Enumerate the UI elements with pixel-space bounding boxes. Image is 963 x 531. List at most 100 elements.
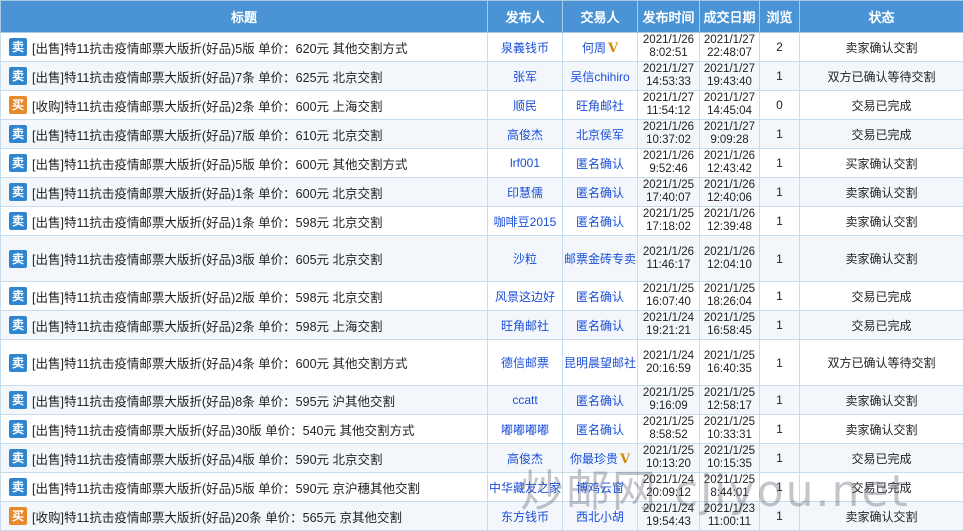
post-date: 2021/1/25 [643, 416, 694, 428]
trader-cell: 匿名确认 [563, 207, 638, 236]
views-cell: 1 [760, 149, 800, 178]
trader-link[interactable]: 匿名确认 [576, 319, 624, 333]
trader-cell: 你最珍贵V [563, 444, 638, 473]
deal-date-cell: 2021/1/2722:48:07 [700, 33, 760, 62]
poster-link[interactable]: 泉義钱币 [501, 41, 549, 55]
trader-link[interactable]: 匿名确认 [576, 157, 624, 171]
trader-cell: 西北小胡 [563, 502, 638, 531]
poster-link[interactable]: 东方钱币 [501, 510, 549, 524]
post-date: 2021/1/25 [643, 179, 694, 191]
views-cell: 1 [760, 62, 800, 91]
listing-title-link[interactable]: [出售]特11抗击疫情邮票大版折(好品)7版 单价：610元 北京交割 [32, 129, 383, 143]
listing-title-link[interactable]: [出售]特11抗击疫情邮票大版折(好品)4条 单价：600元 其他交割方式 [32, 357, 408, 371]
listing-title-link[interactable]: [收购]特11抗击疫情邮票大版折(好品)2条 单价：600元 上海交割 [32, 100, 383, 114]
trader-link[interactable]: 吴信chihiro [570, 70, 629, 84]
post-date: 2021/1/24 [643, 474, 694, 486]
title-cell: 卖[出售]特11抗击疫情邮票大版折(好品)2版 单价：598元 北京交割 [1, 282, 488, 311]
sell-badge-icon: 卖 [9, 125, 27, 143]
listing-title-link[interactable]: [出售]特11抗击疫情邮票大版折(好品)5版 单价：590元 京沪穗其他交割 [32, 482, 420, 496]
listing-title-link[interactable]: [出售]特11抗击疫情邮票大版折(好品)5版 单价：600元 其他交割方式 [32, 158, 408, 172]
poster-cell: 嘟嘟嘟嘟 [488, 415, 563, 444]
poster-link[interactable]: 沙粒 [513, 252, 537, 266]
title-cell: 卖[出售]特11抗击疫情邮票大版折(好品)4版 单价：590元 北京交割 [1, 444, 488, 473]
deal-date-cell: 2021/1/2512:58:17 [700, 386, 760, 415]
poster-link[interactable]: 旺角邮社 [501, 319, 549, 333]
deal-date: 2021/1/25 [704, 350, 755, 362]
status-cell: 卖家确认交割 [800, 33, 963, 62]
status-cell: 卖家确认交割 [800, 415, 963, 444]
trader-link[interactable]: 匿名确认 [576, 394, 624, 408]
poster-link[interactable]: lrf001 [510, 156, 540, 170]
header-poster: 发布人 [488, 1, 563, 33]
trader-cell: 何周V [563, 33, 638, 62]
trader-link[interactable]: 何周 [582, 41, 606, 55]
poster-cell: 风景这边好 [488, 282, 563, 311]
listing-title-link[interactable]: [收购]特11抗击疫情邮票大版折(好品)20条 单价：565元 京其他交割 [32, 511, 402, 525]
trader-link[interactable]: 匿名确认 [576, 215, 624, 229]
poster-link[interactable]: 中华藏友之家 [489, 481, 561, 495]
poster-link[interactable]: 张军 [513, 70, 537, 84]
poster-link[interactable]: 顺民 [513, 99, 537, 113]
trader-link[interactable]: 旺角邮社 [576, 99, 624, 113]
table-row: 卖 [出售]特11抗击疫情邮票大版折(好品)3版 单价：605元 北京交割 沙粒 邮票… [1, 236, 963, 282]
listing-title-link[interactable]: [出售]特11抗击疫情邮票大版折(好品)30版 单价：540元 其他交割方式 [32, 424, 414, 438]
trader-link[interactable]: 匿名确认 [576, 186, 624, 200]
poster-link[interactable]: 德信邮票 [501, 356, 549, 370]
post-time-cell: 2021/1/2714:53:33 [638, 62, 700, 91]
post-time-cell: 2021/1/2517:40:07 [638, 178, 700, 207]
post-time-cell: 2021/1/2610:37:02 [638, 120, 700, 149]
listing-title-link[interactable]: [出售]特11抗击疫情邮票大版折(好品)5版 单价：620元 其他交割方式 [32, 42, 408, 56]
sell-badge-icon: 卖 [9, 250, 27, 268]
post-date: 2021/1/25 [643, 387, 694, 399]
deal-date: 2021/1/27 [704, 121, 755, 133]
trader-link[interactable]: 匿名确认 [576, 290, 624, 304]
listing-title-link[interactable]: [出售]特11抗击疫情邮票大版折(好品)1条 单价：598元 北京交割 [32, 216, 383, 230]
poster-link[interactable]: ccatt [512, 393, 537, 407]
listing-title-link[interactable]: [出售]特11抗击疫情邮票大版折(好品)2版 单价：598元 北京交割 [32, 291, 383, 305]
post-date: 2021/1/26 [643, 121, 694, 133]
deal-date: 2021/1/26 [704, 150, 755, 162]
listing-title-link[interactable]: [出售]特11抗击疫情邮票大版折(好品)3版 单价：605元 北京交割 [32, 253, 383, 267]
trader-link[interactable]: 博鸡云窗 [576, 481, 624, 495]
title-cell: 卖[出售]特11抗击疫情邮票大版折(好品)2条 单价：598元 上海交割 [1, 311, 488, 340]
views-cell: 1 [760, 178, 800, 207]
poster-link[interactable]: 咖啡豆2015 [494, 215, 557, 229]
trades-table: 标题 发布人 交易人 发布时间 成交日期 浏览 状态 卖[出售]特11抗击疫情邮… [0, 0, 963, 531]
post-clock: 8:02:51 [649, 47, 687, 59]
listing-title-link[interactable]: [出售]特11抗击疫情邮票大版折(好品)2条 单价：598元 上海交割 [32, 320, 383, 334]
trader-cell: 匿名确认 [563, 415, 638, 444]
deal-clock: 16:40:35 [707, 363, 752, 375]
views-cell: 1 [760, 207, 800, 236]
poster-link[interactable]: 高俊杰 [507, 128, 543, 142]
post-clock: 17:18:02 [646, 221, 691, 233]
trader-link[interactable]: 北京侯军 [576, 128, 624, 142]
sell-badge-icon: 卖 [9, 354, 27, 372]
poster-link[interactable]: 嘟嘟嘟嘟 [501, 423, 549, 437]
poster-link[interactable]: 风景这边好 [495, 290, 555, 304]
views-cell: 1 [760, 415, 800, 444]
listing-title-link[interactable]: [出售]特11抗击疫情邮票大版折(好品)8条 单价：595元 沪其他交割 [32, 395, 395, 409]
post-time-cell: 2021/1/259:16:09 [638, 386, 700, 415]
title-cell: 卖[出售]特11抗击疫情邮票大版折(好品)1条 单价：598元 北京交割 [1, 207, 488, 236]
trader-link[interactable]: 昆明晨望邮社 [564, 356, 636, 370]
trader-link[interactable]: 你最珍贵 [570, 452, 618, 466]
deal-date: 2021/1/25 [704, 283, 755, 295]
buy-badge-icon: 买 [9, 507, 27, 525]
listing-title-link[interactable]: [出售]特11抗击疫情邮票大版折(好品)7条 单价：625元 北京交割 [32, 71, 383, 85]
listing-title-link[interactable]: [出售]特11抗击疫情邮票大版折(好品)1条 单价：600元 北京交割 [32, 187, 383, 201]
poster-link[interactable]: 印慧儒 [507, 186, 543, 200]
trader-cell: 北京侯军 [563, 120, 638, 149]
post-clock: 9:16:09 [649, 400, 687, 412]
trader-cell: 匿名确认 [563, 178, 638, 207]
deal-date-cell: 2021/1/2516:40:35 [700, 340, 760, 386]
status-cell: 交易已完成 [800, 120, 963, 149]
trader-link[interactable]: 匿名确认 [576, 423, 624, 437]
listing-title-link[interactable]: [出售]特11抗击疫情邮票大版折(好品)4版 单价：590元 北京交割 [32, 453, 383, 467]
vip-icon: V [608, 41, 618, 56]
trader-link[interactable]: 邮票金砖专卖 [564, 252, 636, 266]
post-date: 2021/1/25 [643, 208, 694, 220]
poster-cell: 中华藏友之家 [488, 473, 563, 502]
post-clock: 8:58:52 [649, 429, 687, 441]
trader-link[interactable]: 西北小胡 [576, 510, 624, 524]
poster-link[interactable]: 高俊杰 [507, 452, 543, 466]
